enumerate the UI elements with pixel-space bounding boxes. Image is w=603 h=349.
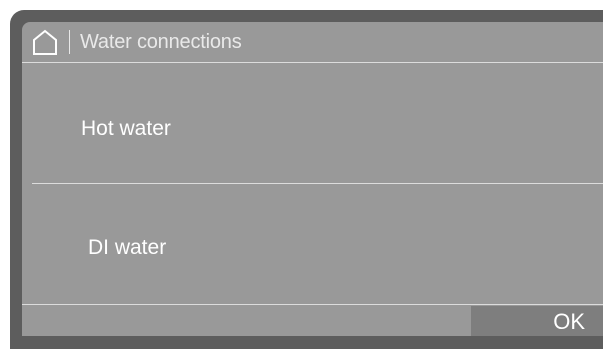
display-screen: Water connections Hot water DI water OK — [22, 22, 603, 336]
device-bezel: Water connections Hot water DI water OK — [0, 0, 603, 349]
home-button[interactable] — [32, 29, 58, 56]
header-bar: Water connections — [22, 22, 603, 62]
menu-item-hot-water[interactable]: Hot water — [22, 63, 603, 183]
home-icon — [33, 29, 57, 55]
menu-item-label: Hot water — [81, 117, 171, 140]
footer-divider — [22, 304, 603, 305]
menu-item-di-water[interactable]: DI water — [22, 184, 603, 304]
menu-item-label: DI water — [88, 236, 167, 259]
ok-button-label: OK — [553, 309, 585, 334]
page-title: Water connections — [80, 31, 242, 53]
ok-button[interactable]: OK — [471, 306, 603, 336]
header-separator — [69, 30, 70, 54]
